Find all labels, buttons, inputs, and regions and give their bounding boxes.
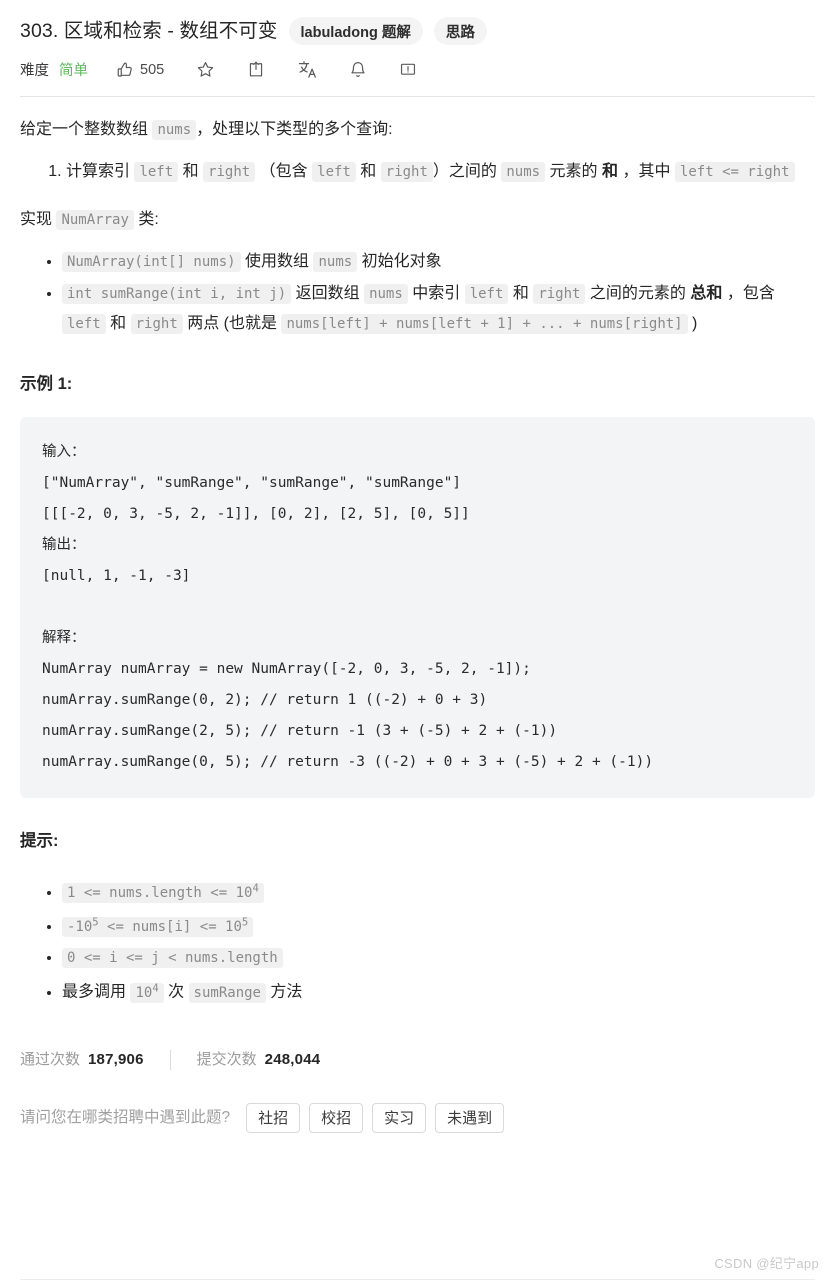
- page-title: 303. 区域和检索 - 数组不可变: [20, 19, 278, 42]
- share-button[interactable]: [247, 60, 265, 79]
- hint-constraint-1: 1 <= nums.length <= 104: [62, 882, 264, 903]
- inline-code-nums: nums: [152, 120, 197, 140]
- report-button[interactable]: [399, 61, 417, 79]
- inline-code-numarray: NumArray: [56, 210, 134, 230]
- accepted-label: 通过次数: [20, 1050, 81, 1068]
- translate-button[interactable]: [297, 60, 317, 79]
- list-item: 计算索引 left 和 right （包含 left 和 right）之间的 n…: [66, 157, 815, 187]
- intro-paragraph: 给定一个整数数组 nums ，处理以下类型的多个查询:: [20, 115, 815, 145]
- list-item: -105 <= nums[i] <= 105: [62, 909, 815, 943]
- problem-header: 303. 区域和检索 - 数组不可变 labuladong 题解 思路: [20, 0, 815, 45]
- list-item: 0 <= i <= j < nums.length: [62, 943, 815, 973]
- inline-code-constructor: NumArray(int[] nums): [62, 252, 241, 272]
- list-item: NumArray(int[] nums) 使用数组 nums 初始化对象: [62, 247, 815, 277]
- intro-suffix: ，处理以下类型的多个查询:: [196, 121, 393, 138]
- inline-code-right-2: right: [380, 162, 433, 182]
- survey-option-weiyudao[interactable]: 未遇到: [435, 1102, 505, 1133]
- star-icon: [196, 60, 215, 79]
- csdn-watermark: CSDN @纪宁app: [714, 1256, 819, 1271]
- like-button[interactable]: 505: [116, 61, 164, 79]
- inline-code-left-lte-right: left <= right: [674, 162, 795, 182]
- hint-constraint-2: -105 <= nums[i] <= 105: [62, 917, 254, 938]
- stats-divider: [169, 1049, 171, 1070]
- share-icon: [247, 60, 265, 79]
- problem-meta-row: 难度 简单 505: [20, 45, 815, 80]
- inline-code-nums-3: nums: [313, 252, 358, 272]
- survey-option-xiaozhao[interactable]: 校招: [309, 1102, 364, 1133]
- recruitment-survey: 请问您在哪类招聘中遇到此题? 社招 校招 实习 未遇到: [20, 1075, 815, 1133]
- notification-button[interactable]: [349, 60, 367, 79]
- inline-code-nums-2: nums: [501, 162, 546, 182]
- submissions-value: 248,044: [264, 1050, 321, 1068]
- survey-option-shezhao[interactable]: 社招: [246, 1102, 301, 1133]
- problem-description: 给定一个整数数组 nums，处理以下类型的多个查询: 计算索引 left 和 r…: [20, 97, 815, 1133]
- difficulty-value: 简单: [59, 63, 88, 79]
- thumbs-up-icon: [116, 61, 134, 79]
- query-type-list: 计算索引 left 和 right （包含 left 和 right）之间的 n…: [20, 157, 815, 187]
- inline-code-left-2: left: [312, 162, 356, 182]
- survey-question: 请问您在哪类招聘中遇到此题?: [20, 1108, 231, 1126]
- emphasis-sum: 和: [602, 163, 619, 180]
- inline-code-sumrange: sumRange: [188, 982, 266, 1003]
- labuladong-solution-badge[interactable]: labuladong 题解: [288, 17, 423, 45]
- inline-code-nums-4: nums: [364, 284, 408, 304]
- bell-icon: [349, 60, 367, 79]
- inline-code-right: right: [203, 162, 256, 182]
- report-icon: [399, 61, 417, 79]
- difficulty-label: 难度: [20, 63, 49, 79]
- hints-list: 1 <= nums.length <= 104 -105 <= nums[i] …: [20, 874, 815, 1008]
- list-item: 最多调用 104 次 sumRange 方法: [62, 974, 815, 1008]
- translate-icon: [297, 60, 317, 79]
- example-code-block: 输入： ["NumArray", "sumRange", "sumRange",…: [20, 417, 815, 798]
- inline-code-left: left: [134, 162, 179, 182]
- problem-stats: 通过次数 187,906 提交次数 248,044: [20, 1039, 815, 1075]
- problem-page: 303. 区域和检索 - 数组不可变 labuladong 题解 思路 难度 简…: [0, 0, 835, 1280]
- list-item: 1 <= nums.length <= 104: [62, 874, 815, 908]
- inline-code-right-3: right: [533, 284, 586, 304]
- list-item: int sumRange(int i, int j) 返回数组 nums 中索引…: [62, 279, 815, 339]
- accepted-value: 187,906: [88, 1050, 144, 1068]
- inline-code-sum-expression: nums[left] + nums[left + 1] + ... + nums…: [281, 314, 688, 334]
- inline-code-left-4: left: [62, 314, 106, 334]
- method-list: NumArray(int[] nums) 使用数组 nums 初始化对象 int…: [20, 247, 815, 339]
- inline-code-right-4: right: [130, 314, 183, 334]
- inline-code-sumrange-sig: int sumRange(int i, int j): [62, 284, 292, 304]
- inline-code-left-3: left: [464, 284, 509, 304]
- favorite-button[interactable]: [196, 60, 215, 79]
- example-heading: 示例 1:: [20, 375, 73, 393]
- hint-call-limit: 104: [130, 982, 164, 1003]
- hint-constraint-3: 0 <= i <= j < nums.length: [62, 948, 283, 969]
- submissions-label: 提交次数: [196, 1050, 257, 1068]
- like-count: 505: [140, 61, 165, 78]
- hints-heading: 提示:: [20, 832, 59, 850]
- intro-prefix: 给定一个整数数组: [20, 121, 153, 138]
- idea-badge[interactable]: 思路: [433, 17, 487, 45]
- survey-option-shixi[interactable]: 实习: [372, 1102, 427, 1133]
- implement-paragraph: 实现 NumArray 类:: [20, 210, 159, 230]
- emphasis-total-sum: 总和: [690, 285, 723, 302]
